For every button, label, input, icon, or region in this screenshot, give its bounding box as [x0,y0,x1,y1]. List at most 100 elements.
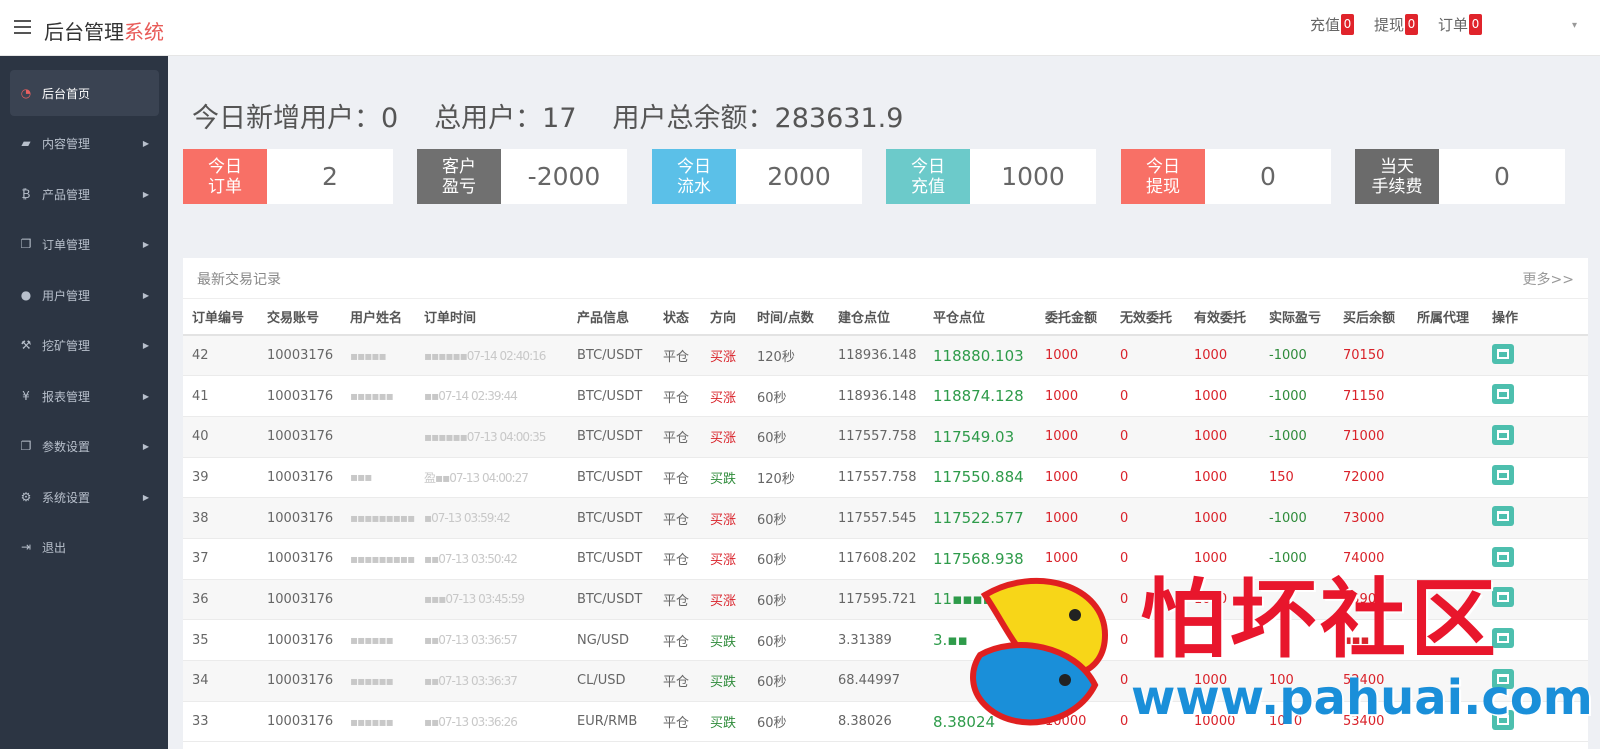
sidebar-item-home[interactable]: ◔ 后台首页 [10,70,159,116]
table-cell: 60秒 [748,416,829,458]
table-cell: 36 [183,579,258,621]
table-cell: 买跌 [701,457,748,499]
panel-header: 最新交易记录 更多>> [183,258,1588,299]
sidebar-item-reports[interactable]: ¥ 报表管理 ▶ [10,373,159,419]
table-cell: 3.▪▪ [924,619,1036,661]
table-cell: ▪▪▪ [1334,619,1408,661]
column-header: 无效委托 [1111,299,1185,336]
table-cell: CL/USD [568,660,654,702]
table-cell: 73900 [1334,579,1408,621]
table-cell: 117557.758 [829,457,924,499]
table-cell: 150 [1260,457,1334,499]
stat-label: 今日 订单 [183,149,267,204]
table-cell [1408,375,1483,417]
view-detail-icon[interactable] [1492,709,1514,730]
menu-toggle-icon[interactable] [14,20,31,34]
table-cell: -1000 [1260,416,1334,458]
table-cell: 60秒 [748,538,829,580]
table-cell: -1000 [1260,375,1334,417]
table-cell: ▪▪07-14 02:39:44 [415,375,568,417]
nav-orders[interactable]: 订单 0 [1438,14,1482,35]
table-cell: 0 [1111,660,1185,702]
view-detail-icon[interactable] [1492,628,1514,649]
table-cell: 10003176 [258,497,341,539]
table-cell: 117608.202 [829,538,924,580]
table-cell: 10003176 [258,416,341,458]
stat-card-profit: 客户 盈亏 -2000 [417,149,627,204]
nav-withdraw[interactable]: 提现 0 [1374,14,1418,35]
table-cell: 11▪▪▪▪.1▪ [924,579,1036,621]
sidebar-item-products[interactable]: ₿ 产品管理 ▶ [10,171,159,217]
sidebar-item-users[interactable]: ● 用户管理 ▶ [10,272,159,318]
view-detail-icon[interactable] [1492,384,1514,405]
table-cell: 1000 [1185,416,1260,458]
table-cell: 71000 [1334,416,1408,458]
more-link[interactable]: 更多>> [1523,269,1574,289]
table-cell-action [1483,701,1588,743]
table-cell: 平仓 [654,538,701,580]
table-cell: ▪▪▪▪▪▪ [341,660,415,702]
table-cell: 0 [1111,457,1185,499]
table-cell [1408,335,1483,377]
view-detail-icon[interactable] [1492,668,1514,689]
table-cell: 73000 [1334,497,1408,539]
nav-recharge[interactable]: 充值 0 [1310,14,1354,35]
table-cell: 买涨 [701,497,748,539]
table-cell: BTC/USDT [568,457,654,499]
table-cell: 1000 [1036,375,1111,417]
table-cell: ▪▪▪▪▪▪ [341,619,415,661]
table-cell-action [1483,335,1588,377]
stat-value: 2 [322,162,338,191]
user-dropdown-icon[interactable]: ▾ [1572,20,1582,31]
table-cell: 60秒 [748,619,829,661]
table-cell: 60秒 [748,660,829,702]
chevron-right-icon: ▶ [142,239,149,249]
table-cell: 117550.884 [924,457,1036,499]
view-detail-icon[interactable] [1492,506,1514,527]
table-cell: 117549.03 [924,416,1036,458]
view-detail-icon[interactable] [1492,587,1514,608]
view-detail-icon[interactable] [1492,465,1514,486]
table-row: 34 10003176 ▪▪▪▪▪▪ ▪▪07-13 03:36:37 CL/USD 平仓… [183,660,1588,702]
table-cell: ▪▪07-13 03:36:26 [415,701,568,743]
column-header: 交易账号 [258,299,341,336]
table-cell: 1000 [1036,416,1111,458]
stat-label: 今日 提现 [1121,149,1205,204]
table-cell [1408,579,1483,621]
table-cell: 60秒 [748,375,829,417]
sidebar-item-logout[interactable]: ⇥ 退出 [10,524,159,570]
sidebar-item-system[interactable]: ⚙ 系统设置 ▶ [10,474,159,520]
table-cell [1408,538,1483,580]
table-row: 37 10003176 ▪▪▪▪▪▪▪▪▪ ▪▪07-13 03:50:42 BTC/U… [183,538,1588,580]
table-body: 42 10003176 ▪▪▪▪▪ ▪▪▪▪▪▪07-14 02:40:16 BTC/U… [183,335,1588,743]
sidebar-item-content[interactable]: ▰ 内容管理 ▶ [10,120,159,166]
stat-card-fee: 当天 手续费 0 [1355,149,1565,204]
table-cell: 平仓 [654,416,701,458]
chevron-right-icon: ▶ [142,138,149,148]
view-detail-icon[interactable] [1492,546,1514,567]
dashboard-icon: ◔ [20,86,32,100]
table-cell-action [1483,375,1588,417]
table-cell: 0 [1111,497,1185,539]
table-cell: 10000 [1185,701,1260,743]
sidebar-item-orders[interactable]: ❐ 订单管理 ▶ [10,221,159,267]
view-detail-icon[interactable] [1492,343,1514,364]
column-header: 订单时间 [415,299,568,336]
table-cell: 1000 [1185,538,1260,580]
column-header: 平仓点位 [924,299,1036,336]
table-cell: 1000 [1260,701,1334,743]
table-cell-action [1483,619,1588,661]
total-balance: 用户总余额：283631.9 [612,103,904,134]
table-cell: -1000 [1260,538,1334,580]
table-cell [1408,619,1483,661]
sidebar-item-mining[interactable]: ⚒ 挖矿管理 ▶ [10,322,159,368]
table-cell: 买涨 [701,416,748,458]
sidebar-item-params[interactable]: ❐ 参数设置 ▶ [10,423,159,469]
table-cell: 10003176 [258,335,341,377]
table-cell: 71150 [1334,375,1408,417]
column-header: 状态 [654,299,701,336]
view-detail-icon[interactable] [1492,424,1514,445]
table-row: 33 10003176 ▪▪▪▪▪▪ ▪▪07-13 03:36:26 EUR/RMB 平… [183,701,1588,743]
table-cell: ▪07-13 03:59:42 [415,497,568,539]
chevron-right-icon: ▶ [142,189,149,199]
